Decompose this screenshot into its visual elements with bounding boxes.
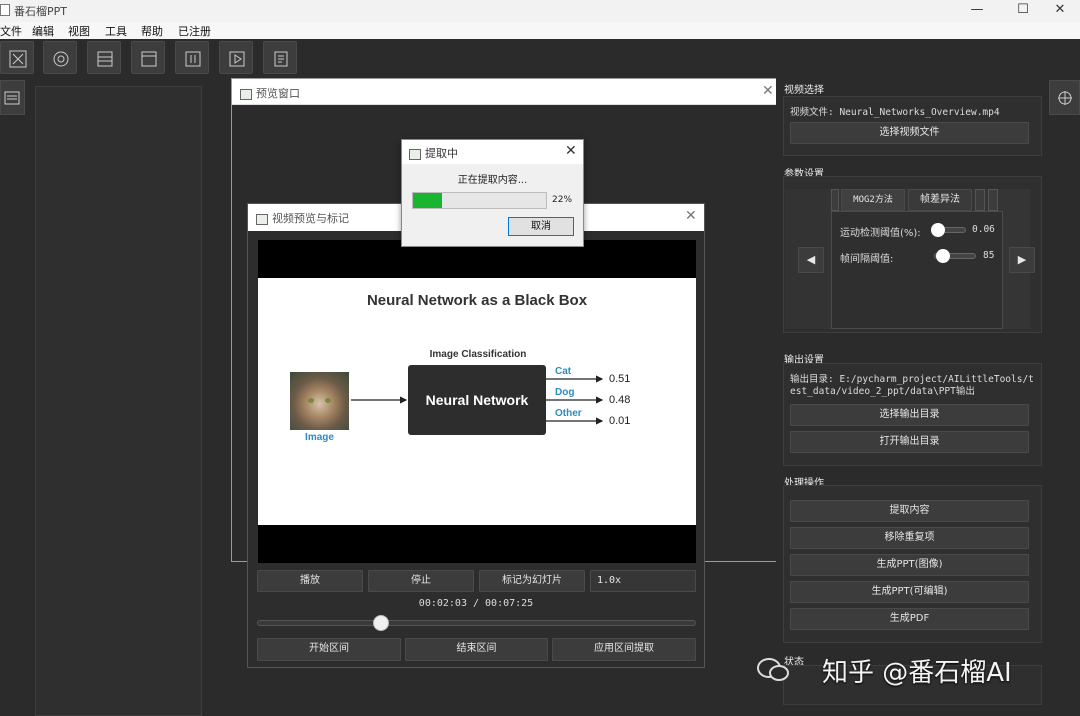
progress-message: 正在提取内容... bbox=[457, 175, 528, 186]
crosshair-icon[interactable] bbox=[1049, 80, 1080, 115]
frame-interval-label: 帧间隔阈值: bbox=[840, 254, 894, 265]
progress-dialog-header: 提取中 ✕ bbox=[402, 140, 583, 164]
right-panel: 视频选择 视频文件: Neural_Networks_Overview.mp4 … bbox=[776, 78, 1080, 716]
play-button[interactable]: 播放 bbox=[257, 570, 363, 592]
generate-ppt-editable-button[interactable]: 生成PPT(可编辑) bbox=[790, 581, 1029, 603]
output-label-cat: Cat bbox=[555, 366, 572, 377]
video-file-label: 视频文件: Neural_Networks_Overview.mp4 bbox=[790, 107, 1000, 118]
slide-list-panel[interactable] bbox=[35, 86, 202, 716]
output-dir-label: 输出目录: E:/pycharm_project/AILittleTools/t… bbox=[790, 374, 1034, 397]
menu-view[interactable]: 视图 bbox=[68, 23, 90, 39]
progress-percent: 22% bbox=[552, 195, 573, 205]
window-icon[interactable] bbox=[131, 41, 165, 74]
output-value-other: 0.01 bbox=[609, 415, 631, 427]
choose-video-button[interactable]: 选择视频文件 bbox=[790, 122, 1029, 144]
wechat-icon bbox=[756, 656, 790, 684]
apply-range-button[interactable]: 应用区间提取 bbox=[552, 638, 696, 661]
stop-button[interactable]: 停止 bbox=[368, 570, 474, 592]
output-group: 输出目录: E:/pycharm_project/AILittleTools/t… bbox=[783, 363, 1042, 466]
app-title: 番石榴PPT bbox=[14, 5, 67, 18]
generate-ppt-image-button[interactable]: 生成PPT(图像) bbox=[790, 554, 1029, 576]
menu-edit[interactable]: 编辑 bbox=[32, 23, 54, 39]
slide-content: Neural Network as a Black Box Image Clas… bbox=[258, 278, 696, 525]
output-value-dog: 0.48 bbox=[609, 394, 631, 406]
menu-bar: 文件 编辑 视图 工具 帮助 已注册 bbox=[0, 22, 1080, 39]
video-preview-window: 视频预览与标记 ✕ Neural Network as a Black Box … bbox=[247, 203, 705, 668]
end-range-button[interactable]: 结束区间 bbox=[405, 638, 548, 661]
menu-help[interactable]: 帮助 bbox=[141, 23, 163, 39]
choose-output-button[interactable]: 选择输出目录 bbox=[790, 404, 1029, 426]
seek-slider[interactable] bbox=[257, 615, 696, 631]
ops-group: 提取内容 移除重复项 生成PPT(图像) 生成PPT(可编辑) 生成PDF bbox=[783, 485, 1042, 643]
output-label-dog: Dog bbox=[555, 387, 575, 398]
watermark-text: 知乎 @番石榴AI bbox=[822, 658, 1012, 688]
output-label-other: Other bbox=[555, 408, 582, 419]
window-icon bbox=[256, 213, 268, 225]
video-group-title: 视频选择 bbox=[784, 85, 824, 96]
next-arrow-icon[interactable]: ▶ bbox=[1009, 247, 1035, 273]
columns-icon[interactable] bbox=[175, 41, 209, 74]
mark-slide-button[interactable]: 标记为幻灯片 bbox=[479, 570, 585, 592]
seek-handle[interactable] bbox=[372, 615, 389, 631]
motion-threshold-handle[interactable] bbox=[931, 223, 946, 237]
close-icon[interactable]: ✕ bbox=[762, 83, 774, 99]
progress-fill bbox=[413, 193, 443, 208]
video-window-title: 视频预览与标记 bbox=[272, 212, 349, 225]
motion-threshold-label: 运动检测阈值(%): bbox=[840, 228, 921, 239]
close-app-button[interactable]: ✕ bbox=[1040, 0, 1080, 22]
speed-select[interactable]: 1.0x bbox=[590, 570, 696, 592]
window-icon bbox=[409, 148, 421, 160]
video-group: 视频文件: Neural_Networks_Overview.mp4 选择视频文… bbox=[783, 96, 1042, 156]
document-icon[interactable] bbox=[263, 41, 297, 74]
motion-threshold-value: 0.06 bbox=[972, 224, 995, 235]
list-icon[interactable] bbox=[0, 80, 25, 115]
open-output-button[interactable]: 打开输出目录 bbox=[790, 431, 1029, 453]
time-display: 00:02:03 / 00:07:25 bbox=[418, 598, 534, 609]
preview-window-title: 预览窗口 bbox=[256, 87, 300, 100]
output-value-cat: 0.51 bbox=[609, 373, 631, 385]
menu-tools[interactable]: 工具 bbox=[105, 23, 127, 39]
progress-bar bbox=[412, 192, 547, 209]
record-icon[interactable] bbox=[43, 41, 77, 74]
app-icon bbox=[0, 4, 10, 16]
layout-icon[interactable] bbox=[87, 41, 121, 74]
tab-mog2[interactable]: MOG2方法 bbox=[841, 189, 905, 211]
prev-arrow-icon[interactable]: ◀ bbox=[798, 247, 824, 273]
neural-network-box: Neural Network bbox=[408, 365, 546, 435]
tab-frame-diff[interactable]: 帧差异法 bbox=[908, 189, 972, 211]
close-icon[interactable]: ✕ bbox=[685, 208, 697, 224]
start-range-button[interactable]: 开始区间 bbox=[257, 638, 401, 661]
window-icon bbox=[240, 88, 252, 100]
frame-interval-slider[interactable] bbox=[934, 249, 976, 263]
preview-window-header: 预览窗口 ✕ bbox=[232, 79, 780, 105]
frame-interval-value: 85 bbox=[983, 250, 995, 261]
close-icon[interactable]: ✕ bbox=[565, 143, 577, 159]
param-group: MOG2方法 帧差异法 运动检测阈值(%): 0.06 帧间隔阈值: 85 ◀ … bbox=[783, 176, 1042, 333]
remove-duplicates-button[interactable]: 移除重复项 bbox=[790, 527, 1029, 549]
motion-threshold-slider[interactable] bbox=[931, 223, 966, 237]
minimize-button[interactable]: — bbox=[954, 0, 1000, 22]
title-bar: 番石榴PPT — ☐ ✕ bbox=[0, 0, 1080, 22]
param-tab-content: 运动检测阈值(%): 0.06 帧间隔阈值: 85 bbox=[831, 211, 1003, 329]
progress-dialog-title: 提取中 bbox=[425, 147, 458, 160]
generate-pdf-button[interactable]: 生成PDF bbox=[790, 608, 1029, 630]
close-box-icon[interactable] bbox=[0, 41, 34, 74]
play-frame-icon[interactable] bbox=[219, 41, 253, 74]
menu-file[interactable]: 文件 bbox=[0, 23, 22, 39]
menu-registered[interactable]: 已注册 bbox=[178, 23, 211, 39]
video-frame[interactable]: Neural Network as a Black Box Image Clas… bbox=[258, 240, 696, 563]
frame-interval-handle[interactable] bbox=[936, 249, 951, 263]
cancel-button[interactable]: 取消 bbox=[508, 217, 574, 236]
progress-dialog: 提取中 ✕ 正在提取内容... 22% 取消 bbox=[401, 139, 584, 247]
extract-content-button[interactable]: 提取内容 bbox=[790, 500, 1029, 522]
